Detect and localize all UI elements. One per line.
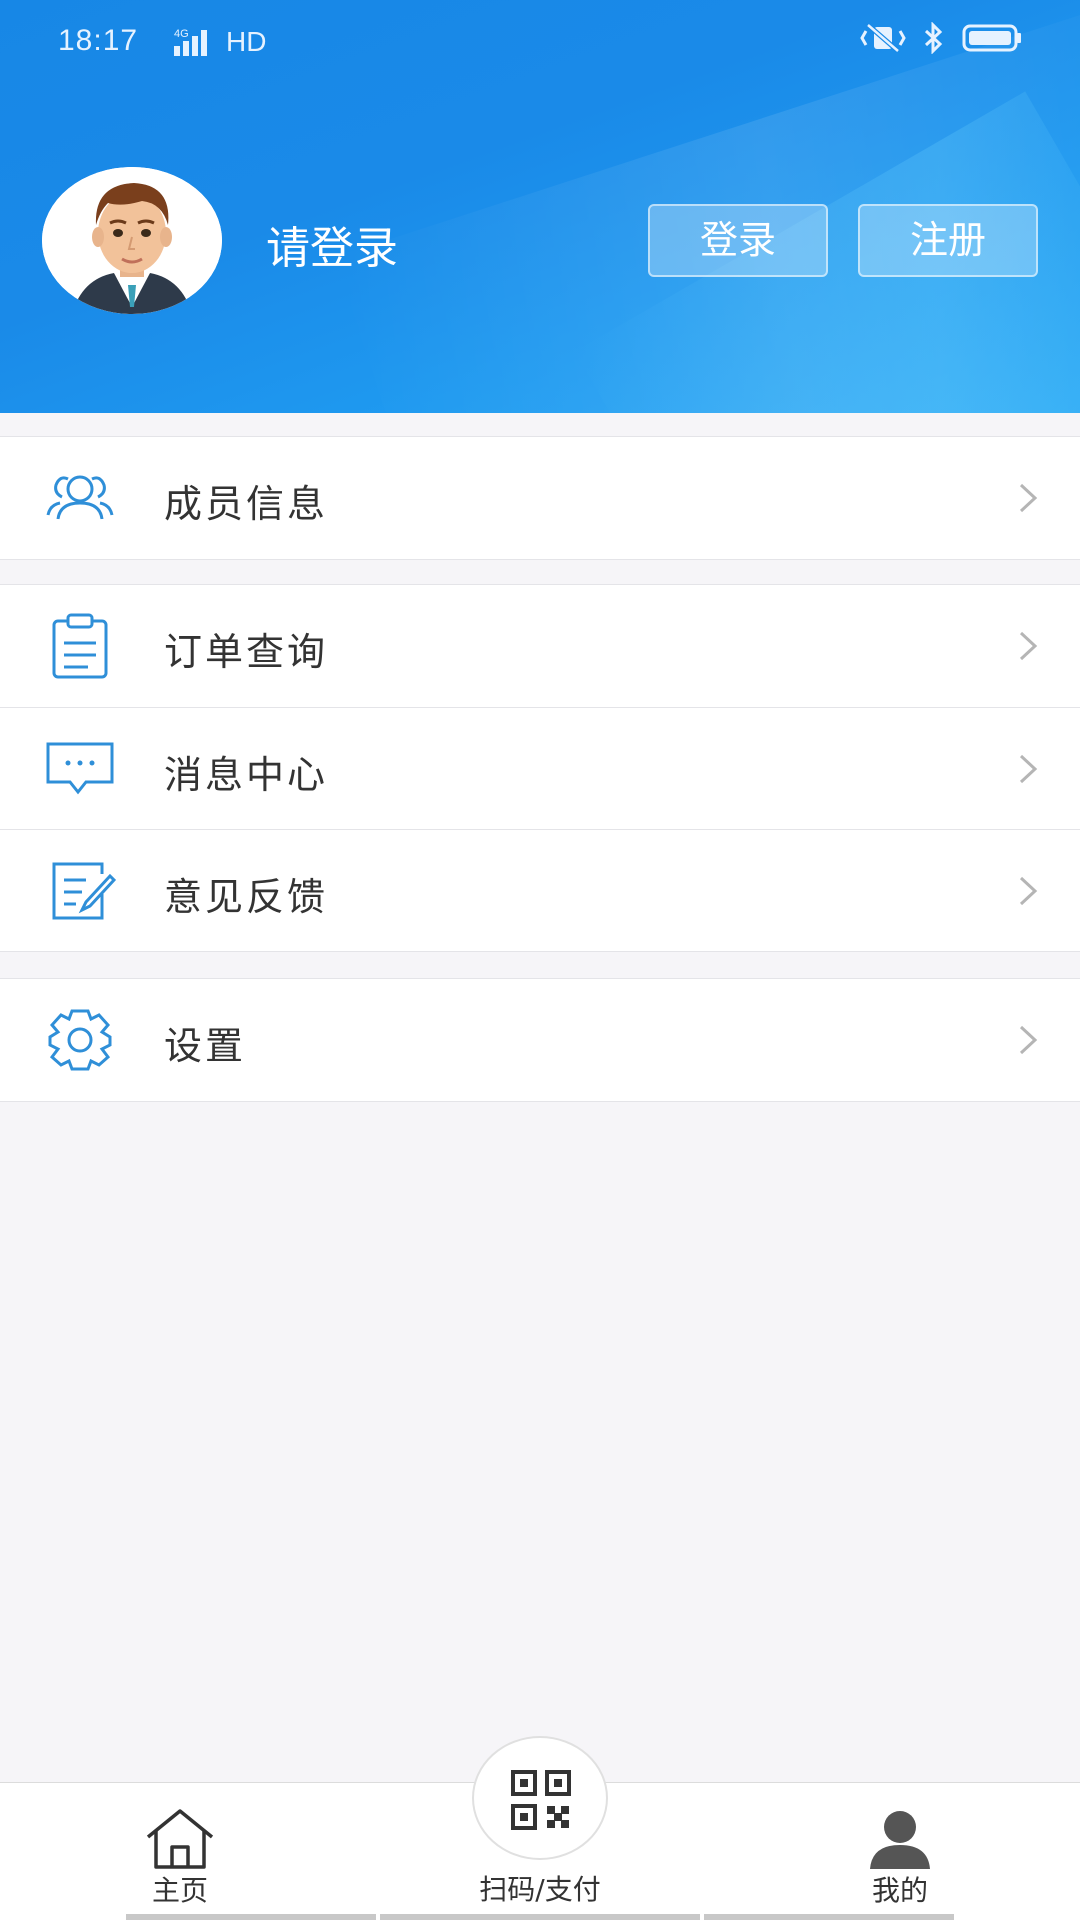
chevron-right-icon (1019, 631, 1038, 661)
register-button[interactable]: 注册 (858, 204, 1038, 277)
vibrate-icon (860, 23, 906, 53)
gesture-bar (704, 1914, 954, 1920)
menu-group-main: 订单查询 消息中心 意见反馈 (0, 584, 1080, 952)
home-icon (146, 1809, 214, 1869)
menu-item-settings[interactable]: 设置 (0, 979, 1080, 1101)
svg-text:4G: 4G (174, 28, 189, 40)
gesture-bar (380, 1914, 700, 1920)
bluetooth-icon (924, 22, 943, 54)
tab-label-scan[interactable]: 扫码/支付 (430, 1868, 650, 1908)
gesture-bar (126, 1914, 376, 1920)
menu-label-feedback: 意见反馈 (164, 875, 329, 919)
profile-header: 18:17 4G HD 请登录 登录 注册 (0, 0, 1080, 413)
battery-icon (962, 24, 1021, 52)
feedback-icon (52, 862, 116, 920)
scan-pay-button[interactable] (472, 1736, 608, 1860)
menu-label-messages: 消息中心 (164, 753, 329, 797)
menu-group-members: 成员信息 (0, 436, 1080, 560)
avatar[interactable] (42, 167, 222, 314)
login-prompt[interactable]: 请登录 (266, 212, 398, 276)
tab-label-mine: 我的 (871, 1874, 928, 1907)
gear-icon (48, 1009, 112, 1071)
signal-icon: 4G (174, 28, 207, 56)
qr-code-icon (511, 1770, 571, 1830)
message-icon (46, 742, 114, 795)
chevron-right-icon (1019, 876, 1038, 906)
avatar-illustration (42, 167, 222, 314)
login-button[interactable]: 登录 (648, 204, 828, 277)
menu-item-messages[interactable]: 消息中心 (0, 707, 1080, 829)
network-type: HD (226, 26, 267, 57)
chevron-right-icon (1019, 754, 1038, 784)
menu-label-members: 成员信息 (164, 482, 329, 526)
clipboard-icon (52, 613, 108, 679)
chevron-right-icon (1019, 483, 1038, 513)
chevron-right-icon (1019, 1025, 1038, 1055)
menu-item-orders[interactable]: 订单查询 (0, 585, 1080, 707)
tab-home[interactable]: 主页 (100, 1783, 260, 1920)
user-icon (870, 1811, 930, 1869)
members-icon (46, 475, 114, 520)
tab-label-home: 主页 (151, 1874, 208, 1907)
status-time: 18:17 (58, 24, 139, 57)
menu-label-settings: 设置 (164, 1024, 247, 1068)
menu-group-settings: 设置 (0, 978, 1080, 1102)
status-bar: 18:17 4G HD (0, 0, 1080, 88)
menu-item-members[interactable]: 成员信息 (0, 437, 1080, 559)
tab-mine[interactable]: 我的 (820, 1783, 980, 1920)
menu-item-feedback[interactable]: 意见反馈 (0, 829, 1080, 951)
menu-label-orders: 订单查询 (164, 630, 329, 674)
